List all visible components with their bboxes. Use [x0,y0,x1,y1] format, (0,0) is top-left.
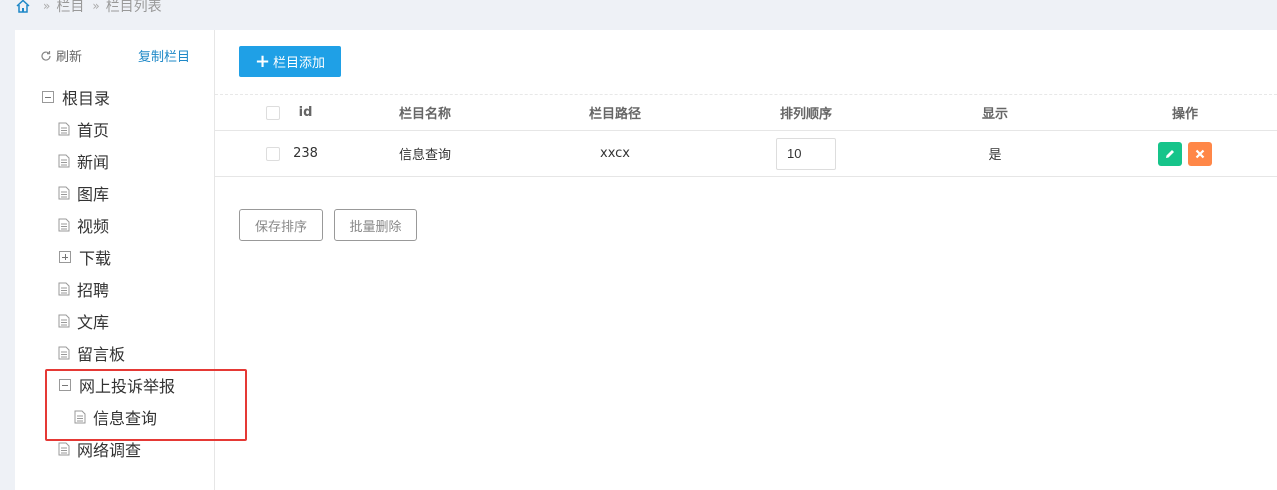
tree-node-label: 首页 [77,121,110,140]
tree-node-label: 根目录 [62,89,111,108]
doc-icon [58,186,70,200]
tree-node-news[interactable]: 新闻 [58,150,109,172]
select-all-cell [265,95,281,130]
breadcrumb-item-column[interactable]: 栏目 [56,0,84,16]
column-tree-sidebar: 刷新 复制栏目 根目录 首页 新闻 图库 视频 下载 招聘 文库 留言板 网上投… [15,30,247,490]
header-actions: 操作 [1171,107,1198,122]
tree-node-label: 招聘 [77,281,110,300]
cell-order [756,131,856,176]
header-name: 栏目名称 [398,107,451,122]
breadcrumb: » 栏目 » 栏目列表 [0,0,1277,20]
close-icon [1195,149,1205,158]
tree-node-gallery[interactable]: 图库 [58,182,109,204]
tree-node-label: 文库 [77,313,110,332]
table-header: id 栏目名称 栏目路径 排列顺序 显示 操作 [215,94,1277,131]
cell-display: 是 [988,148,1002,163]
batch-delete-button[interactable]: 批量删除 [334,209,417,241]
breadcrumb-separator: » [92,0,100,13]
refresh-button[interactable]: 刷新 [40,46,82,65]
cell-name: 信息查询 [398,148,451,163]
tree-node-video[interactable]: 视频 [58,214,109,236]
edit-button[interactable] [1158,141,1182,166]
column-table: id 栏目名称 栏目路径 排列顺序 显示 操作 238 信息查询 xxcx 是 [215,94,1277,177]
sidebar-toolbar: 刷新 复制栏目 [40,46,200,65]
doc-icon [58,282,70,296]
doc-icon [58,346,70,360]
tree-node-library[interactable]: 文库 [58,310,109,332]
tree-node-home[interactable]: 首页 [58,118,109,140]
tree-node-label: 视频 [77,217,110,236]
select-all-checkbox[interactable] [266,105,280,120]
cell-path: xxcx [600,146,630,161]
tree-node-label: 新闻 [77,153,110,172]
breadcrumb-separator: » [43,0,51,13]
tree-node-recruitment[interactable]: 招聘 [58,278,109,300]
add-column-button[interactable]: + 栏目添加 [239,46,341,77]
refresh-label: 刷新 [56,50,83,65]
tree-node-label: 留言板 [77,345,126,364]
save-order-button[interactable]: 保存排序 [239,209,323,241]
tree-node-message-board[interactable]: 留言板 [58,342,125,364]
expand-icon[interactable] [59,251,71,263]
header-path: 栏目路径 [588,107,641,122]
doc-icon [58,154,70,168]
content-panel: 刷新 复制栏目 根目录 首页 新闻 图库 视频 下载 招聘 文库 留言板 网上投… [15,30,1277,490]
doc-icon [58,218,70,232]
header-display: 显示 [981,107,1008,122]
cell-id: 238 [293,146,318,161]
copy-column-button[interactable]: 复制栏目 [138,46,190,65]
doc-icon [58,122,70,136]
tree-node-download[interactable]: 下载 [59,246,111,268]
main-content: + 栏目添加 id 栏目名称 栏目路径 排列顺序 显示 操作 238 信息查询 [215,30,1277,490]
doc-icon [58,314,70,328]
pencil-icon [1166,149,1174,158]
tree-node-root[interactable]: 根目录 [42,86,110,108]
plus-icon: + [254,50,271,72]
row-select-cell [265,131,281,176]
header-order: 排列顺序 [779,107,832,122]
tree-node-label: 图库 [77,185,110,204]
header-id[interactable]: id [293,95,318,130]
table-row: 238 信息查询 xxcx 是 [215,131,1277,177]
home-icon[interactable] [15,0,31,14]
tree-node-online-survey[interactable]: 网络调查 [58,438,141,460]
row-checkbox[interactable] [266,146,280,161]
breadcrumb-item-column-list: 栏目列表 [105,0,162,15]
tree-node-label: 下载 [79,249,112,268]
collapse-icon[interactable] [42,91,54,103]
order-input[interactable] [776,137,836,170]
doc-icon [58,442,70,456]
cell-actions [1135,131,1235,176]
refresh-icon [41,50,51,61]
add-column-label: 栏目添加 [273,56,326,71]
delete-button[interactable] [1188,141,1212,166]
